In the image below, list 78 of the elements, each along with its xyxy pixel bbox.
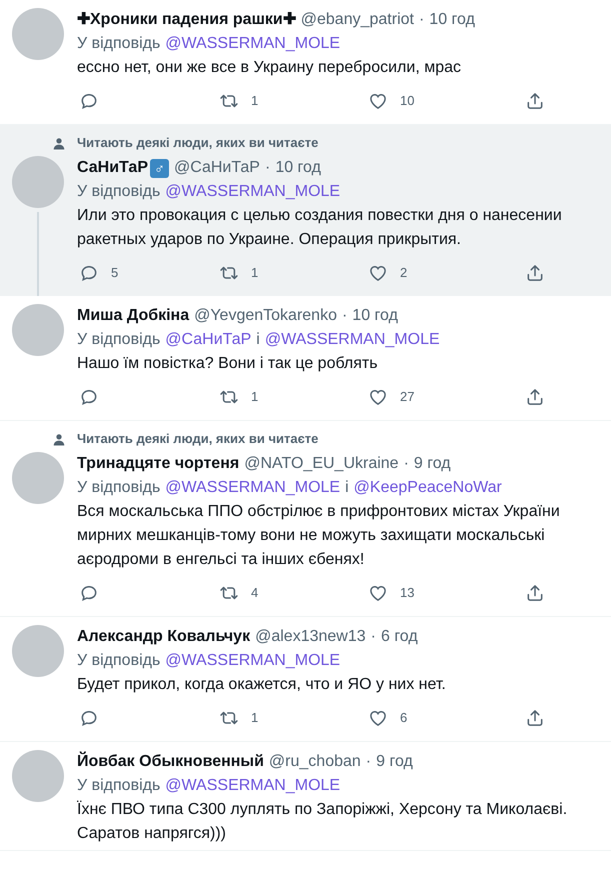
reply-label: У відповідь (77, 776, 160, 796)
conjunction: і (345, 478, 349, 498)
reply-label: У відповідь (77, 478, 160, 498)
dot-separator: · (404, 454, 409, 474)
mention-link[interactable]: @СаНиТаР (165, 328, 252, 352)
timestamp[interactable]: 10 год (429, 8, 475, 32)
male-sign-badge: ♂ (150, 158, 169, 178)
timestamp[interactable]: 9 год (376, 750, 413, 774)
heart-icon[interactable] (368, 583, 388, 603)
like-count: 10 (400, 92, 414, 110)
share-icon[interactable] (525, 263, 545, 283)
timestamp[interactable]: 10 год (275, 156, 321, 180)
user-handle[interactable]: @ru_choban (268, 750, 361, 774)
reply-count: 5 (111, 264, 118, 282)
mention-link[interactable]: @WASSERMAN_MOLE (165, 476, 340, 500)
person-icon (53, 136, 65, 150)
social-context: Читають деякі люди, яких ви читаєте (77, 134, 318, 152)
reply-icon[interactable] (79, 583, 99, 603)
share-icon[interactable] (525, 708, 545, 728)
reply-label: У відповідь (77, 34, 160, 54)
like-count: 13 (400, 584, 414, 602)
dot-separator: · (264, 158, 270, 178)
tweet-text: Или это провокация с целью создания повестки дня о нанесении ракетных ударов по Украине. Операция прикрытия. (77, 206, 563, 250)
user-name[interactable]: Александр Ковальчук (77, 625, 250, 649)
user-handle[interactable]: @СаНиТаР (174, 156, 260, 180)
like-count: 6 (400, 709, 408, 728)
retweet-count: 1 (251, 709, 258, 728)
tweet-text: Їхнє ПВО типа С300 луплять по Запоріжжі, Херсону та Миколаєві. Саратов напрягся))) (77, 800, 568, 844)
share-icon[interactable] (525, 91, 545, 111)
share-icon[interactable] (525, 387, 545, 407)
mention-link[interactable]: @WASSERMAN_MOLE (165, 32, 340, 56)
social-context: Читають деякі люди, яких ви читаєте (77, 430, 318, 448)
user-handle[interactable]: @YevgenTokarenko (194, 304, 337, 328)
retweet-count: 1 (251, 92, 258, 110)
user-handle[interactable]: @ebany_patriot (300, 8, 414, 32)
mention-link[interactable]: @WASSERMAN_MOLE (165, 774, 340, 798)
user-name[interactable]: СаНиТаР (77, 156, 148, 180)
timestamp[interactable]: 10 год (352, 304, 398, 328)
reply-icon[interactable] (79, 263, 99, 283)
reply-icon[interactable] (79, 91, 99, 111)
retweet-count: 1 (251, 264, 258, 282)
dot-separator: · (370, 627, 376, 647)
user-handle[interactable]: @alex13new13 (255, 625, 366, 649)
reply-label: У відповідь (77, 330, 160, 350)
user-name[interactable]: Тринадцяте чортеня (77, 452, 240, 476)
user-name[interactable]: ✚Хроники падения рашки✚ (77, 8, 296, 32)
share-icon[interactable] (525, 583, 545, 603)
mention-link[interactable]: @WASSERMAN_MOLE (264, 328, 440, 352)
tweet-text: Будет прикол, когда окажется, что и ЯО у них нет. (77, 675, 447, 695)
retweet-count: 4 (251, 584, 258, 602)
reply-label: У відповідь (77, 651, 160, 671)
heart-icon[interactable] (368, 91, 388, 111)
dot-separator: · (342, 306, 348, 326)
mention-link[interactable]: @WASSERMAN_MOLE (165, 649, 340, 673)
dot-separator: · (366, 752, 372, 772)
tweet-card[interactable] (0, 125, 611, 296)
mention-link[interactable]: @WASSERMAN_MOLE (165, 180, 340, 204)
timestamp[interactable]: 9 год (414, 452, 451, 476)
user-handle[interactable]: @NATO_EU_Ukraine (244, 452, 399, 476)
heart-icon[interactable] (368, 387, 388, 407)
heart-icon[interactable] (368, 263, 388, 283)
like-count: 2 (400, 264, 408, 282)
reply-label: У відповідь (77, 182, 160, 202)
tweet-text: ессно нет, они же все в Украину перебросили, мрас (77, 58, 462, 78)
retweet-count: 1 (251, 388, 258, 406)
user-name[interactable]: Йовбак Обыкновенный (77, 750, 264, 774)
conjunction: і (256, 330, 260, 350)
timestamp[interactable]: 6 год (380, 625, 418, 649)
reply-icon[interactable] (79, 387, 99, 407)
heart-icon[interactable] (368, 708, 388, 728)
tweet-text: Вся москальська ППО обстрілює в прифронтових містах України мирних мешканців-тому вони не можуть захищати москальські аєродроми в енгельсі та інших єбенях! (77, 502, 561, 570)
person-icon (53, 432, 65, 446)
like-count: 27 (400, 388, 414, 406)
mention-link[interactable]: @KeepPeaceNoWar (354, 476, 502, 500)
reply-icon[interactable] (79, 708, 99, 728)
user-name[interactable]: Миша Добкіна (77, 304, 190, 328)
tweet-text: Нашо їм повістка? Вони і так це роблять (77, 354, 379, 374)
dot-separator: · (418, 10, 424, 30)
